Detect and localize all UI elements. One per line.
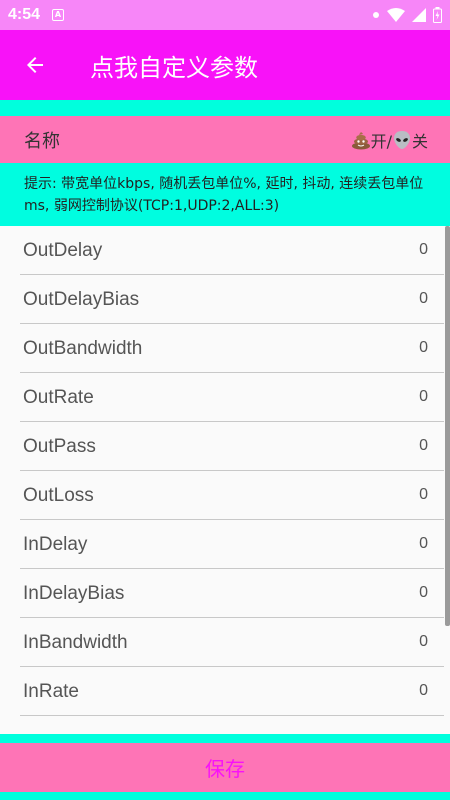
param-list[interactable]: OutDelay 0 OutDelayBias 0 OutBandwidth 0… [0,226,450,734]
save-button[interactable]: 保存 [0,743,450,792]
param-name: InBandwidth [23,631,128,653]
app-bar: 点我自定义参数 [0,30,450,100]
param-row[interactable]: OutDelay 0 [0,226,450,275]
param-row[interactable]: OutDelayBias 0 [0,275,450,324]
param-name: InDelay [23,533,88,555]
param-row[interactable]: InDelay 0 [0,520,450,569]
divider-strip [0,734,450,743]
list-scrollbar[interactable] [445,226,450,626]
divider-strip [0,100,450,116]
param-value[interactable]: 0 [419,388,428,406]
poop-emoji-icon [351,131,370,149]
arrow-left-icon [27,57,43,73]
status-icons [372,7,442,23]
param-row[interactable]: OutPass 0 [0,422,450,471]
param-row[interactable]: InDelayBias 0 [0,569,450,618]
alien-emoji-icon [393,130,410,149]
app-notification-icon: A [52,9,65,21]
param-name: OutBandwidth [23,337,143,359]
battery-icon [433,7,442,23]
param-value[interactable]: 0 [419,437,428,455]
param-name: InRate [23,680,79,702]
param-value[interactable]: 0 [419,682,428,700]
param-row[interactable]: OutBandwidth 0 [0,324,450,373]
param-row[interactable]: OutLoss 0 [0,471,450,520]
page-title[interactable]: 点我自定义参数 [90,48,258,83]
param-name: InDelayBias [23,582,125,604]
signal-dot-icon [373,12,379,18]
param-row[interactable]: OutRate 0 [0,373,450,422]
param-value[interactable]: 0 [419,535,428,553]
param-name: OutRate [23,386,94,408]
on-label: 开/ [370,131,392,151]
param-name: OutDelay [23,239,103,261]
status-bar: 4:54 A [0,0,450,30]
header-name-label: 名称 [24,130,60,152]
status-time: 4:54 [8,6,41,23]
param-name: OutLoss [23,484,94,506]
param-row[interactable]: InRate 0 [0,667,450,716]
back-button[interactable] [0,30,70,100]
param-value[interactable]: 0 [419,486,428,504]
param-value[interactable]: 0 [419,584,428,602]
wifi-icon [387,8,405,22]
divider-strip [0,792,450,800]
param-value[interactable]: 0 [419,633,428,651]
column-header: 名称 开/ 关 [0,116,450,163]
param-name: OutDelayBias [23,288,140,310]
param-value[interactable]: 0 [419,339,428,357]
cell-signal-icon [412,8,426,22]
param-value[interactable]: 0 [419,241,428,259]
toggle-legend: 开/ 关 [351,128,428,152]
off-label: 关 [411,131,428,151]
param-name: OutPass [23,435,96,457]
hint-text: 提示: 带宽单位kbps, 随机丢包单位%, 延时, 抖动, 连续丢包单位ms,… [0,163,450,226]
param-row[interactable]: InBandwidth 0 [0,618,450,667]
param-value[interactable]: 0 [419,290,428,308]
